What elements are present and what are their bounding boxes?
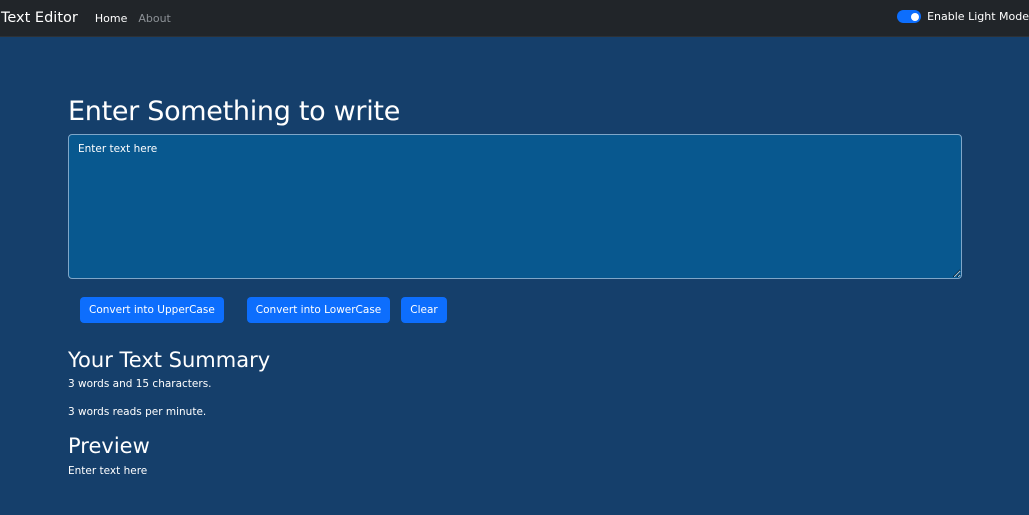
button-row: Convert into UpperCase Convert into Lowe… bbox=[68, 297, 961, 323]
toggle-switch[interactable] bbox=[897, 10, 922, 23]
nav-link-home[interactable]: Home bbox=[95, 12, 127, 25]
clear-button[interactable]: Clear bbox=[401, 297, 447, 323]
navbar: Text Editor Home About Enable Light Mode bbox=[0, 0, 1029, 37]
lowercase-button[interactable]: Convert into LowerCase bbox=[246, 297, 391, 323]
brand[interactable]: Text Editor bbox=[1, 10, 78, 26]
preview-text: Enter text here bbox=[68, 465, 148, 477]
toggle-label: Enable Light Mode bbox=[927, 10, 1029, 23]
page-title: Enter Something to write bbox=[68, 96, 401, 127]
summary-heading: Your Text Summary bbox=[68, 348, 271, 372]
main-content: Enter Something to write Convert into Up… bbox=[0, 96, 1029, 477]
nav-link-about[interactable]: About bbox=[138, 12, 171, 25]
light-mode-switch[interactable]: Enable Light Mode bbox=[897, 10, 1029, 23]
preview-heading: Preview bbox=[68, 434, 150, 458]
uppercase-button[interactable]: Convert into UpperCase bbox=[80, 297, 224, 323]
read-time: 3 words reads per minute. bbox=[68, 406, 207, 418]
text-input[interactable] bbox=[68, 134, 962, 279]
word-count: 3 words and 15 characters. bbox=[68, 378, 212, 390]
